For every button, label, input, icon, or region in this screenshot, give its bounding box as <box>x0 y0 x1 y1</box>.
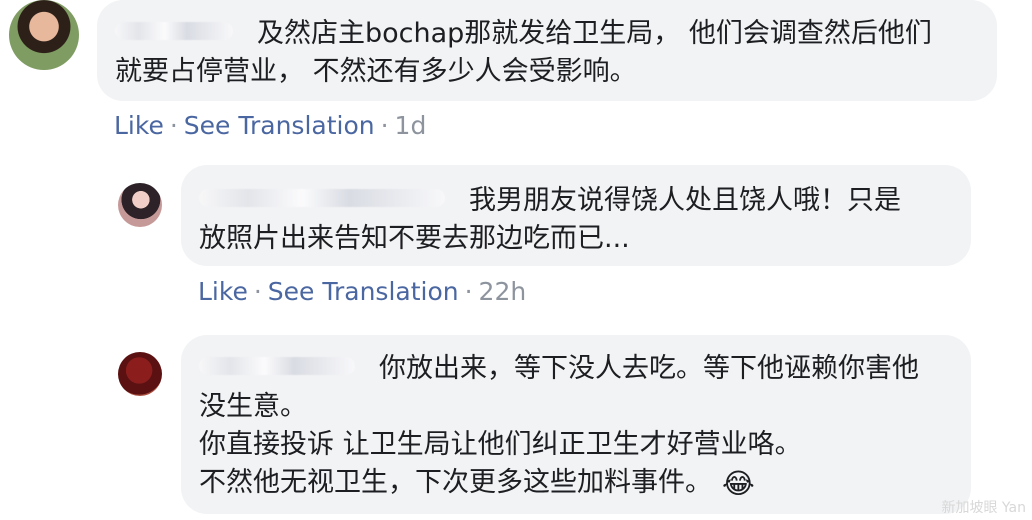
comment-actions: Like · See Translation · 1d <box>114 111 426 141</box>
blurred-author-name <box>199 357 355 375</box>
comment-text: 你放出来，等下没人去吃。等下他诬赖你害他 <box>379 353 919 384</box>
comment-line: 不然他无视卫生，下次更多这些加料事件。 😂 <box>199 464 943 502</box>
avatar[interactable] <box>118 183 162 227</box>
timestamp: 22h <box>478 277 527 306</box>
separator: · <box>464 277 473 306</box>
comment-text: 及然店主bochap那就发给卫生局， 他们会调查然后他们 <box>257 18 932 49</box>
comment-line: 我男朋友说得饶人处且饶人哦！只是 <box>199 182 943 220</box>
reply-bubble: 我男朋友说得饶人处且饶人哦！只是 放照片出来告知不要去那边吃而已... <box>181 165 971 266</box>
like-link[interactable]: Like <box>198 277 248 307</box>
like-link[interactable]: Like <box>114 111 164 141</box>
see-translation-link[interactable]: See Translation <box>184 111 375 141</box>
separator: · <box>253 277 262 306</box>
avatar[interactable] <box>9 0 79 70</box>
comment-text: 我男朋友说得饶人处且饶人哦！只是 <box>469 185 901 216</box>
avatar[interactable] <box>118 352 162 396</box>
comment-line: 及然店主bochap那就发给卫生局， 他们会调查然后他们 <box>115 15 969 53</box>
comment-actions: Like · See Translation · 22h <box>198 277 526 307</box>
reply-bubble: 你放出来，等下没人去吃。等下他诬赖你害他 没生意。 你直接投诉 让卫生局让他们纠… <box>181 335 971 514</box>
laughing-emoji-icon: 😂 <box>722 467 755 500</box>
see-translation-link[interactable]: See Translation <box>268 277 459 307</box>
comment-bubble: 及然店主bochap那就发给卫生局， 他们会调查然后他们 就要占停营业， 不然还… <box>97 0 997 101</box>
comment-text: 你直接投诉 让卫生局让他们纠正卫生才好营业咯。 <box>199 429 802 460</box>
separator: · <box>169 111 178 140</box>
comment-thread: 及然店主bochap那就发给卫生局， 他们会调查然后他们 就要占停营业， 不然还… <box>0 0 1032 520</box>
comment-text: 没生意。 <box>199 391 307 422</box>
watermark: 新加坡眼 Yan <box>941 500 1026 516</box>
comment-text: 放照片出来告知不要去那边吃而已... <box>199 223 630 254</box>
blurred-author-name <box>199 189 445 207</box>
comment-text: 就要占停营业， 不然还有多少人会受影响。 <box>115 56 637 87</box>
comment-text: 不然他无视卫生，下次更多这些加料事件。 <box>199 467 712 498</box>
comment-line: 你放出来，等下没人去吃。等下他诬赖你害他 <box>199 350 943 388</box>
separator: · <box>380 111 389 140</box>
timestamp: 1d <box>394 111 427 140</box>
blurred-author-name <box>115 22 233 40</box>
